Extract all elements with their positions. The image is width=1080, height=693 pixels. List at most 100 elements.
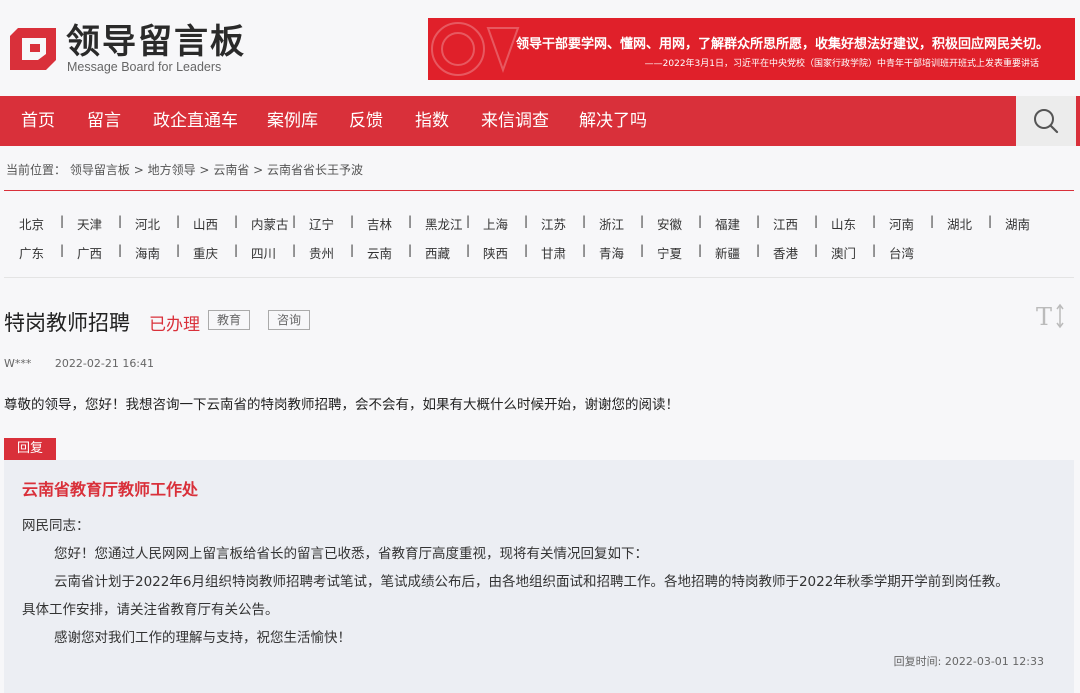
breadcrumb-separator: > [133, 163, 144, 177]
breadcrumb-divider [4, 190, 1074, 191]
nav-item-cases[interactable]: 案例库 [267, 96, 318, 146]
region-link[interactable]: 香港 [773, 243, 798, 262]
message-title: 特岗教师招聘 [4, 311, 130, 335]
region-separator: | [872, 214, 877, 228]
region-link[interactable]: 重庆 [193, 243, 218, 262]
region-link[interactable]: 甘肃 [541, 243, 566, 262]
breadcrumb-separator: > [199, 163, 210, 177]
region-divider [4, 277, 1074, 278]
region-separator: | [988, 214, 993, 228]
search-button[interactable] [1016, 96, 1076, 146]
region-link[interactable]: 北京 [19, 214, 44, 233]
region-link[interactable]: 四川 [251, 243, 276, 262]
region-link[interactable]: 吉林 [367, 214, 392, 233]
region-link[interactable]: 黑龙江 [425, 214, 463, 233]
message-content: 尊敬的领导，您好！我想咨询一下云南省的特岗教师招聘，会不会有，如果有大概什么时候… [4, 397, 679, 413]
region-link[interactable]: 广西 [77, 243, 102, 262]
svg-text:T: T [1036, 303, 1052, 329]
nav-item-message[interactable]: 留言 [87, 96, 121, 146]
region-link[interactable]: 内蒙古 [251, 214, 289, 233]
region-separator: | [640, 243, 645, 257]
reply-paragraph: 具体工作安排，请关注省教育厅有关公告。 [22, 602, 279, 618]
region-separator: | [466, 243, 471, 257]
region-separator: | [408, 243, 413, 257]
region-link[interactable]: 河南 [889, 214, 914, 233]
text-size-icon: T [1036, 303, 1064, 331]
region-link[interactable]: 湖北 [947, 214, 972, 233]
region-link[interactable]: 新疆 [715, 243, 740, 262]
region-link[interactable]: 上海 [483, 214, 508, 233]
site-logo[interactable]: 领导留言板 Message Board for Leaders [8, 22, 248, 78]
region-link[interactable]: 辽宁 [309, 214, 334, 233]
region-separator: | [756, 214, 761, 228]
region-link[interactable]: 澳门 [831, 243, 856, 262]
search-icon [1034, 109, 1059, 134]
region-link[interactable]: 江西 [773, 214, 798, 233]
region-separator: | [814, 243, 819, 257]
reply-organization: 云南省教育厅教师工作处 [22, 480, 199, 499]
region-link[interactable]: 浙江 [599, 214, 624, 233]
quote-banner[interactable]: 领导干部要学网、懂网、用网，了解群众所思所愿，收集好想法好建议，积极回应网民关切… [428, 18, 1075, 80]
author-name: W*** [4, 357, 32, 370]
nav-item-survey[interactable]: 来信调查 [481, 96, 549, 146]
nav-item-feedback[interactable]: 反馈 [349, 96, 383, 146]
region-row: 北京 | 天津 | 河北 | 山西 | 内蒙古 | 辽宁 | 吉林 | 黑龙江 | 上海 | 江苏 | 浙江 | 安徽 | 福建… [0, 206, 1080, 235]
region-separator: | [524, 243, 529, 257]
breadcrumb-prefix: 当前位置： [6, 163, 67, 177]
post-time: 2022-02-21 16:41 [54, 357, 155, 370]
nav-item-resolved[interactable]: 解决了吗 [579, 96, 647, 146]
region-link[interactable]: 宁夏 [657, 243, 682, 262]
region-link[interactable]: 山东 [831, 214, 856, 233]
nav-item-home[interactable]: 首页 [21, 96, 55, 146]
tag-inquiry[interactable]: 咨询 [268, 310, 311, 330]
region-list: 北京 | 天津 | 河北 | 山西 | 内蒙古 | 辽宁 | 吉林 | 黑龙江 | 上海 | 江苏 | 浙江 | 安徽 | 福建… [0, 206, 1080, 264]
region-separator: | [292, 243, 297, 257]
nav-item-enterprise[interactable]: 政企直通车 [153, 96, 238, 146]
region-separator: | [176, 214, 181, 228]
region-separator: | [408, 214, 413, 228]
nav-edge [1076, 96, 1080, 146]
nav-item-index[interactable]: 指数 [415, 96, 449, 146]
breadcrumb-link-governor[interactable]: 云南省省长王予波 [267, 163, 363, 177]
logo-subtitle: Message Board for Leaders [67, 60, 222, 74]
reply-time-value: 2022-03-01 12:33 [944, 655, 1044, 668]
region-link[interactable]: 云南 [367, 243, 392, 262]
region-link[interactable]: 福建 [715, 214, 740, 233]
region-link[interactable]: 贵州 [309, 243, 334, 262]
region-link[interactable]: 海南 [135, 243, 160, 262]
reply-label: 回复 [4, 438, 56, 460]
region-link[interactable]: 台湾 [889, 243, 914, 262]
breadcrumb-link-board[interactable]: 领导留言板 [70, 163, 130, 177]
region-separator: | [698, 243, 703, 257]
breadcrumb-link-province[interactable]: 云南省 [213, 163, 249, 177]
region-row: 广东 | 广西 | 海南 | 重庆 | 四川 | 贵州 | 云南 | 西藏 | 陕西 | 甘肃 | 青海 | 宁夏 | 新疆 | 香… [0, 235, 1080, 264]
font-size-toggle-button[interactable]: T [1036, 303, 1066, 331]
region-link[interactable]: 青海 [599, 243, 624, 262]
region-separator: | [60, 243, 65, 257]
reply-paragraph: 云南省计划于2022年6月组织特岗教师招聘考试笔试，笔试成绩公布后，由各地组织面… [54, 574, 1009, 590]
reply-paragraph: 感谢您对我们工作的理解与支持，祝您生活愉快！ [54, 630, 351, 646]
region-link[interactable]: 陕西 [483, 243, 508, 262]
region-separator: | [118, 214, 123, 228]
reply-greeting: 网民同志： [22, 518, 90, 534]
region-separator: | [118, 243, 123, 257]
region-link[interactable]: 湖南 [1005, 214, 1030, 233]
region-link[interactable]: 河北 [135, 214, 160, 233]
region-separator: | [872, 243, 877, 257]
region-link[interactable]: 安徽 [657, 214, 682, 233]
breadcrumb-separator: > [253, 163, 264, 177]
region-link[interactable]: 西藏 [425, 243, 450, 262]
breadcrumb-link-local-leaders[interactable]: 地方领导 [148, 163, 196, 177]
region-link[interactable]: 江苏 [541, 214, 566, 233]
region-link[interactable]: 广东 [19, 243, 44, 262]
region-separator: | [176, 243, 181, 257]
status-badge: 已办理 [149, 315, 200, 335]
region-link[interactable]: 天津 [77, 214, 102, 233]
region-separator: | [350, 243, 355, 257]
header: 领导留言板 Message Board for Leaders 领导干部要学网、… [0, 0, 1080, 96]
tag-education[interactable]: 教育 [208, 310, 251, 330]
main-nav: 首页 留言 政企直通车 案例库 反馈 指数 来信调查 解决了吗 [0, 96, 1080, 146]
region-separator: | [756, 243, 761, 257]
region-link[interactable]: 山西 [193, 214, 218, 233]
breadcrumb: 当前位置： 领导留言板 > 地方领导 > 云南省 > 云南省省长王予波 [6, 161, 363, 178]
